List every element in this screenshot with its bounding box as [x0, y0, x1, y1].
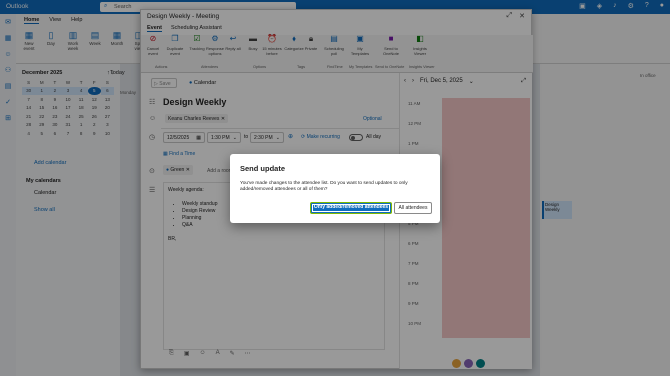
dialog-body: You've made changes to the attendee list…	[240, 181, 408, 192]
all-attendees-button[interactable]: All attendees	[394, 202, 432, 214]
dialog-title: Send update	[240, 164, 286, 173]
only-added-removed-button[interactable]: Only added/removed attendees	[310, 202, 392, 214]
send-update-dialog: Send update You've made changes to the a…	[230, 154, 440, 223]
